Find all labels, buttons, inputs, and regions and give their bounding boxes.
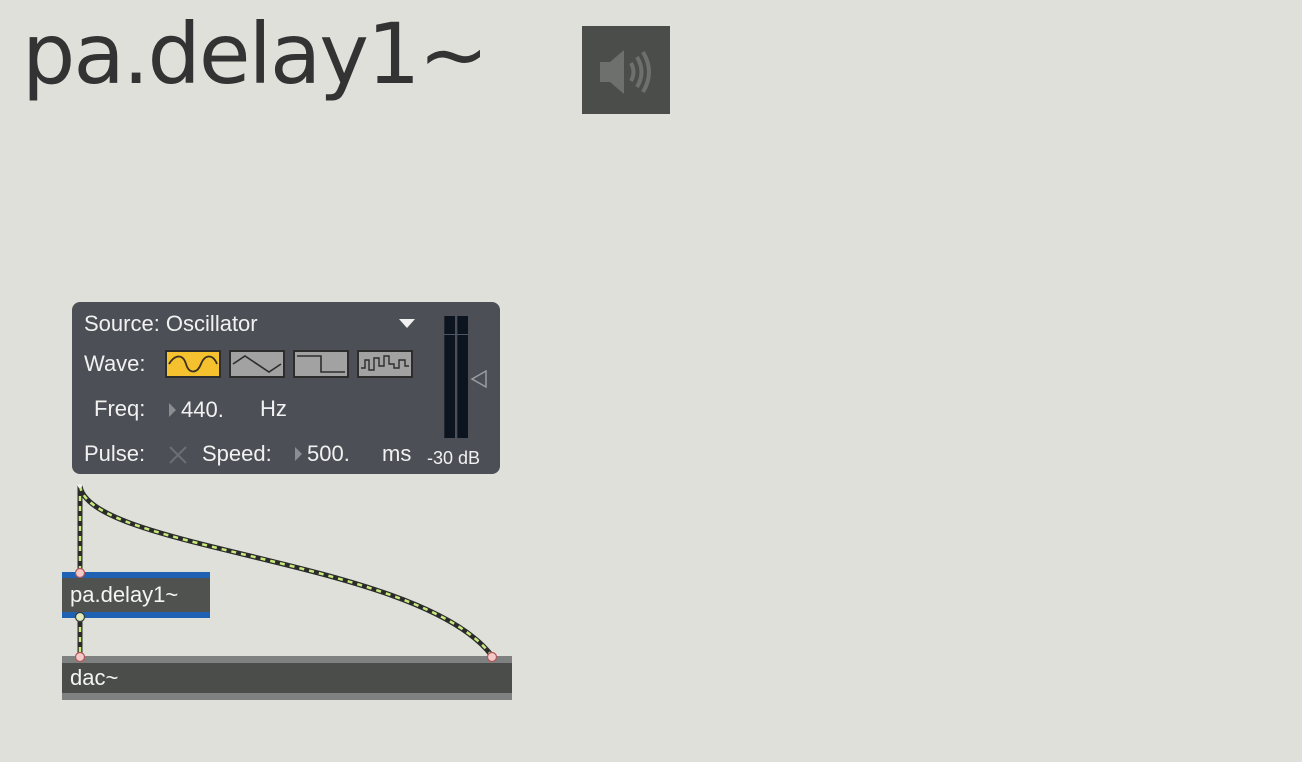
page-title: pa.delay1~ [22,5,489,103]
wave-button-noise[interactable] [357,350,413,378]
wave-button-sine[interactable] [165,350,221,378]
patchcord-panel-to-dac-right[interactable] [77,485,494,658]
chevron-down-icon[interactable] [399,319,415,328]
speed-number-box[interactable]: 500. [307,441,350,467]
number-triangle-icon [169,403,176,417]
speaker-icon [600,50,651,94]
object-label: dac~ [70,665,119,690]
speed-unit: ms [382,441,412,466]
object-box-delay[interactable]: pa.delay1~ [62,572,210,618]
number-triangle-icon [295,447,302,461]
gain-slider-handle[interactable] [470,369,490,394]
meter-db-label: -30 dB [427,448,481,468]
wave-label: Wave: [84,351,146,376]
audio-toggle-button[interactable] [582,26,670,114]
triangle-wave-icon [232,355,282,373]
wave-button-square[interactable] [293,350,349,378]
pulse-toggle[interactable] [166,443,190,467]
object-box-dac[interactable]: dac~ [62,656,512,700]
triangle-left-icon [470,369,487,389]
object-label: pa.delay1~ [70,582,179,607]
freq-number-box[interactable]: 440. [181,397,224,423]
noise-wave-icon [361,355,409,371]
source-dropdown[interactable]: Source: Oscillator [84,311,258,337]
square-wave-icon [297,355,345,373]
sine-wave-icon [168,355,218,373]
wave-button-triangle[interactable] [229,350,285,378]
pulse-label: Pulse: [84,441,146,466]
speed-label: Speed: [202,441,272,466]
freq-label: Freq: [94,396,146,421]
freq-unit: Hz [260,396,287,421]
close-icon [169,446,187,464]
meter-tick [444,334,468,335]
outlet[interactable] [78,484,82,488]
